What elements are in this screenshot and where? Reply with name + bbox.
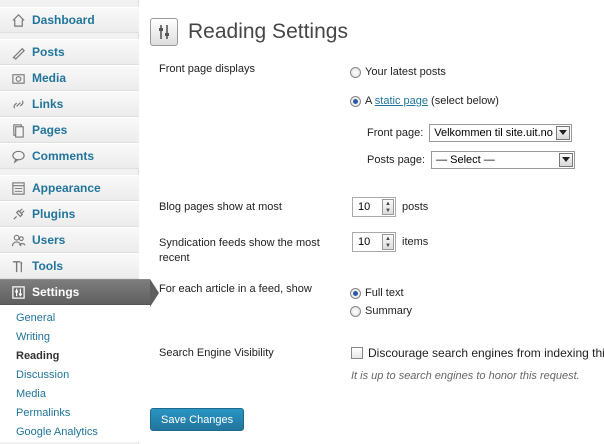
feeds-input[interactable]: 10 ▲ ▼ xyxy=(352,232,396,252)
spinner-icon[interactable]: ▲ ▼ xyxy=(382,199,394,215)
submenu-item-media[interactable]: Media xyxy=(0,385,139,404)
page-header: Reading Settings xyxy=(150,18,348,46)
sidebar-item-tools[interactable]: Tools xyxy=(0,253,139,279)
sidebar-item-label: Users xyxy=(32,233,66,247)
plugins-icon xyxy=(10,206,26,222)
sidebar-item-label: Dashboard xyxy=(32,13,95,27)
static-page-radio[interactable] xyxy=(350,95,361,107)
sidebar-item-label: Media xyxy=(32,71,67,85)
summary-radio[interactable] xyxy=(350,305,361,317)
chevron-down-icon xyxy=(556,126,571,140)
comments-icon xyxy=(10,148,26,164)
sidebar-item-posts[interactable]: Posts xyxy=(0,39,139,65)
settings-page-icon xyxy=(150,18,178,46)
settings-icon xyxy=(10,284,26,300)
static-page-option[interactable]: A static page (select below) xyxy=(350,95,499,107)
static-page-link[interactable]: static page xyxy=(375,95,428,107)
static-prefix: A xyxy=(365,95,375,107)
links-icon xyxy=(10,96,26,112)
posts-page-select-value: — Select — xyxy=(436,154,495,166)
front-page-label: Front page displays xyxy=(159,63,255,75)
front-page-select-row: Front page: Velkommen til site.uit.no xyxy=(367,124,573,142)
settings-submenu: General Writing Reading Discussion Media… xyxy=(0,305,139,442)
submenu-item-discussion[interactable]: Discussion xyxy=(0,366,139,385)
feeds-label-line1: Syndication feeds show the most xyxy=(159,237,320,249)
pages-icon xyxy=(10,122,26,138)
feeds-unit: items xyxy=(402,236,429,248)
posts-page-select-row: Posts page: — Select — xyxy=(367,151,576,169)
front-page-select[interactable]: Velkommen til site.uit.no xyxy=(429,124,573,142)
discourage-option[interactable]: Discourage search engines from indexing … xyxy=(351,346,604,360)
admin-sidebar: Dashboard Posts Media Links Pages Commen… xyxy=(0,0,159,444)
sidebar-item-plugins[interactable]: Plugins xyxy=(0,201,139,227)
chevron-down-icon xyxy=(559,153,574,167)
full-text-radio[interactable] xyxy=(350,287,361,299)
save-changes-button[interactable]: Save Changes xyxy=(150,408,245,431)
article-feed-label: For each article in a feed, show xyxy=(159,283,312,295)
summary-option[interactable]: Summary xyxy=(350,305,412,317)
posts-icon xyxy=(10,44,26,60)
feeds-label: Syndication feeds show the most recent xyxy=(159,236,320,266)
front-page-select-label: Front page: xyxy=(367,127,424,139)
sidebar-item-label: Comments xyxy=(32,149,95,163)
submenu-item-reading[interactable]: Reading xyxy=(0,347,139,366)
sidebar-item-media[interactable]: Media xyxy=(0,65,139,91)
visibility-label: Search Engine Visibility xyxy=(159,347,274,359)
discourage-checkbox[interactable] xyxy=(351,347,363,359)
sidebar-item-label: Plugins xyxy=(32,207,76,221)
users-icon xyxy=(10,232,26,248)
full-text-option[interactable]: Full text xyxy=(350,287,404,299)
sidebar-item-label: Posts xyxy=(32,45,65,59)
sidebar-item-comments[interactable]: Comments xyxy=(0,143,139,169)
blog-pages-input[interactable]: 10 ▲ ▼ xyxy=(352,197,396,217)
front-page-select-value: Velkommen til site.uit.no xyxy=(434,127,553,139)
latest-posts-option[interactable]: Your latest posts xyxy=(350,66,446,78)
sidebar-item-label: Settings xyxy=(32,285,80,299)
submenu-item-general[interactable]: General xyxy=(0,309,139,328)
appearance-icon xyxy=(10,180,26,196)
blog-pages-row: 10 ▲ ▼ posts xyxy=(352,197,428,217)
summary-label: Summary xyxy=(365,305,413,317)
spinner-icon[interactable]: ▲ ▼ xyxy=(382,234,394,250)
static-suffix: (select below) xyxy=(428,95,499,107)
submenu-item-writing[interactable]: Writing xyxy=(0,328,139,347)
latest-posts-label: Your latest posts xyxy=(365,66,446,78)
sidebar-item-label: Tools xyxy=(32,259,64,273)
tools-icon xyxy=(10,258,26,274)
submenu-item-permalinks[interactable]: Permalinks xyxy=(0,404,139,423)
page-title: Reading Settings xyxy=(188,20,348,43)
sidebar-item-label: Appearance xyxy=(32,181,101,195)
feeds-value: 10 xyxy=(358,236,371,248)
sidebar-item-label: Pages xyxy=(32,123,68,137)
full-text-label: Full text xyxy=(365,287,404,299)
sidebar-item-label: Links xyxy=(32,97,64,111)
blog-pages-value: 10 xyxy=(358,201,371,213)
discourage-label: Discourage search engines from indexing … xyxy=(368,346,604,360)
sidebar-item-appearance[interactable]: Appearance xyxy=(0,175,139,201)
sidebar-item-links[interactable]: Links xyxy=(0,91,139,117)
media-icon xyxy=(10,70,26,86)
sidebar-item-pages[interactable]: Pages xyxy=(0,117,139,143)
blog-pages-label: Blog pages show at most xyxy=(159,201,282,213)
dashboard-icon xyxy=(10,12,26,28)
blog-pages-unit: posts xyxy=(402,201,429,213)
latest-posts-radio[interactable] xyxy=(350,66,361,78)
posts-page-select-label: Posts page: xyxy=(367,154,426,166)
visibility-hint: It is up to search engines to honor this… xyxy=(351,370,580,382)
sidebar-item-dashboard[interactable]: Dashboard xyxy=(0,7,139,33)
feeds-row: 10 ▲ ▼ items xyxy=(352,232,428,252)
posts-page-select[interactable]: — Select — xyxy=(431,151,576,169)
submenu-item-google-analytics[interactable]: Google Analytics xyxy=(0,423,139,442)
sidebar-item-settings[interactable]: Settings xyxy=(0,279,159,307)
main-content: Reading Settings Front page displays You… xyxy=(150,0,604,444)
sidebar-item-users[interactable]: Users xyxy=(0,227,139,253)
feeds-label-line2: recent xyxy=(159,252,190,264)
